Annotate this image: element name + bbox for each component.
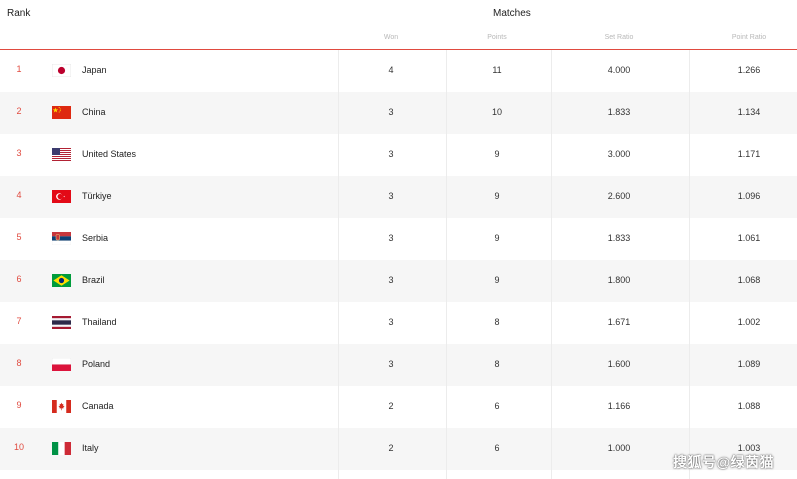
rank-cell: 2 (16, 106, 22, 116)
point-ratio-cell: 1.096 (737, 191, 761, 201)
point-ratio-cell: 1.002 (737, 317, 761, 327)
points-cell: 9 (494, 149, 500, 159)
points-cell: 9 (494, 191, 500, 201)
japan-flag-icon (52, 64, 71, 77)
country-name[interactable]: Italy (82, 443, 99, 453)
won-cell: 2 (388, 401, 394, 411)
column-divider (689, 50, 690, 479)
canada-flag-icon (52, 400, 71, 413)
set-ratio-cell: 1.600 (607, 359, 631, 369)
rank-cell: 8 (16, 358, 22, 368)
points-cell: 10 (491, 107, 503, 117)
point-ratio-cell: 1.266 (737, 65, 761, 75)
set-ratio-cell: 1.166 (607, 401, 631, 411)
won-cell: 3 (388, 191, 394, 201)
table-row[interactable]: 6 Brazil 3 9 1.800 1.068 (0, 260, 797, 302)
won-cell: 3 (388, 107, 394, 117)
point-ratio-cell: 1.088 (737, 401, 761, 411)
rank-cell: 9 (16, 400, 22, 410)
points-cell: 8 (494, 317, 500, 327)
table-row[interactable]: 7 Thailand 3 8 1.671 1.002 (0, 302, 797, 344)
usa-flag-icon (52, 148, 71, 161)
column-divider (551, 50, 552, 479)
won-cell: 3 (388, 233, 394, 243)
column-header-row: Won Points Set Ratio Point Ratio (0, 28, 797, 49)
point-ratio-cell: 1.068 (737, 275, 761, 285)
set-ratio-cell: 1.671 (607, 317, 631, 327)
rank-cell: 6 (16, 274, 22, 284)
country-name[interactable]: United States (82, 149, 136, 159)
italy-flag-icon (52, 442, 71, 455)
table-row[interactable]: 3 United States 3 9 3.000 1.171 (0, 134, 797, 176)
rank-cell: 10 (13, 442, 24, 452)
points-cell: 6 (494, 401, 500, 411)
set-ratio-cell: 1.833 (607, 107, 631, 117)
rank-header: Rank (7, 8, 31, 19)
point-ratio-cell: 1.171 (737, 149, 761, 159)
serbia-flag-icon (52, 232, 71, 245)
won-cell: 3 (388, 275, 394, 285)
won-cell: 2 (388, 443, 394, 453)
set-ratio-cell: 3.000 (607, 149, 631, 159)
points-cell: 8 (494, 359, 500, 369)
country-name[interactable]: Thailand (82, 317, 117, 327)
won-cell: 3 (388, 359, 394, 369)
table-row[interactable]: 8 Poland 3 8 1.600 1.089 (0, 344, 797, 386)
points-cell: 9 (494, 275, 500, 285)
country-name[interactable]: Poland (82, 359, 110, 369)
points-cell: 11 (492, 65, 502, 75)
point-ratio-column-header[interactable]: Point Ratio (732, 34, 766, 41)
country-name[interactable]: Canada (82, 401, 114, 411)
poland-flag-icon (52, 358, 71, 371)
points-cell: 9 (494, 233, 500, 243)
matches-header: Matches (493, 8, 531, 19)
rank-cell: 7 (16, 316, 22, 326)
point-ratio-cell: 1.061 (737, 233, 761, 243)
set-ratio-cell: 1.000 (607, 443, 631, 453)
won-cell: 3 (388, 317, 394, 327)
country-name[interactable]: Brazil (82, 275, 105, 285)
country-name[interactable]: Japan (82, 65, 107, 75)
table-row[interactable]: 9 Canada 2 6 1.166 1.088 (0, 386, 797, 428)
point-ratio-cell: 1.134 (737, 107, 761, 117)
set-ratio-column-header[interactable]: Set Ratio (605, 34, 634, 41)
points-cell: 6 (494, 443, 500, 453)
brazil-flag-icon (52, 274, 71, 287)
set-ratio-cell: 2.600 (607, 191, 631, 201)
table-row[interactable]: 1 Japan 4 11 4.000 1.266 (0, 50, 797, 92)
column-divider (446, 50, 447, 479)
thailand-flag-icon (52, 316, 71, 329)
rank-cell: 1 (16, 64, 22, 74)
points-column-header[interactable]: Points (487, 34, 506, 41)
won-cell: 3 (388, 149, 394, 159)
rank-cell: 4 (16, 190, 22, 200)
set-ratio-cell: 1.800 (607, 275, 631, 285)
point-ratio-cell: 1.089 (737, 359, 761, 369)
table-row[interactable]: 5 Serbia 3 9 1.833 1.061 (0, 218, 797, 260)
table-row[interactable]: 2 China 3 10 1.833 1.134 (0, 92, 797, 134)
rank-cell: 5 (16, 232, 22, 242)
set-ratio-cell: 4.000 (607, 65, 631, 75)
set-ratio-cell: 1.833 (607, 233, 631, 243)
won-column-header[interactable]: Won (384, 34, 398, 41)
column-divider (338, 50, 339, 479)
table-header: Rank Matches (0, 0, 797, 28)
country-name[interactable]: Türkiye (82, 191, 112, 201)
turkey-flag-icon (52, 190, 71, 203)
won-cell: 4 (388, 65, 394, 75)
china-flag-icon (52, 106, 71, 119)
country-name[interactable]: Serbia (82, 233, 108, 243)
rank-cell: 3 (16, 148, 22, 158)
country-name[interactable]: China (82, 107, 106, 117)
table-row[interactable]: 4 Türkiye 3 9 2.600 1.096 (0, 176, 797, 218)
watermark: 搜狐号@绿茵猫 (673, 454, 775, 470)
